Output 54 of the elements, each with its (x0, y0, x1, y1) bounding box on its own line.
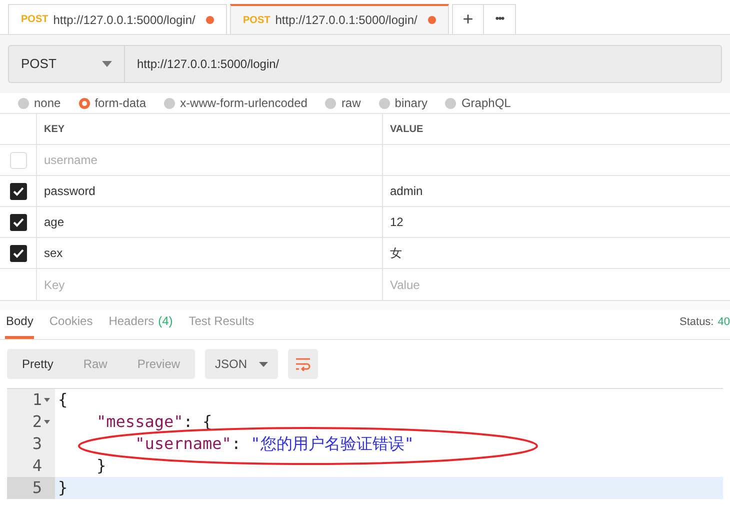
method-label: POST (21, 13, 48, 27)
line-number: 3 (32, 433, 42, 455)
value-cell-text: admin (390, 183, 423, 200)
wrap-lines-button[interactable] (288, 349, 318, 379)
request-tab[interactable]: POST http://127.0.0.1:5000/login/ (8, 4, 227, 34)
url-field[interactable]: http://127.0.0.1:5000/login/ (125, 45, 722, 83)
value-cell-text: 12 (390, 214, 404, 231)
key-cell: username (37, 145, 383, 175)
tab-url: http://127.0.0.1:5000/login/ (53, 12, 196, 28)
column-header: VALUE (389, 122, 424, 136)
caret-icon (259, 362, 268, 366)
key-input[interactable]: Key (37, 269, 383, 300)
body-type-radio[interactable]: none (18, 94, 61, 112)
checkbox[interactable] (10, 214, 26, 230)
checkmark-icon (12, 186, 24, 196)
code-line: { (57, 389, 68, 411)
fold-caret-icon[interactable] (44, 420, 50, 424)
checkmark-icon (12, 248, 24, 258)
line-number: 4 (32, 455, 42, 477)
code-line: } (57, 477, 68, 499)
code-line: "username": "您的用户名验证错误" (134, 433, 414, 455)
tab-url: http://127.0.0.1:5000/login/ (275, 12, 418, 29)
method-dropdown[interactable]: POST (8, 45, 125, 83)
body-type-radio[interactable]: binary (378, 94, 428, 112)
body-type-radio[interactable]: x-www-form-urlencoded (164, 94, 308, 112)
body-type-radio[interactable]: raw (325, 94, 361, 112)
caret-icon (102, 61, 112, 67)
value-input[interactable]: Value (383, 269, 730, 300)
status-value: 40 (718, 314, 730, 330)
body-type-radio[interactable]: form-data (78, 94, 146, 112)
code-line: "message": { (96, 411, 212, 433)
key-cell: sex (37, 238, 383, 268)
request-tab[interactable]: POST http://127.0.0.1:5000/login/ (230, 4, 449, 34)
response-tab[interactable]: Body (5, 312, 34, 339)
format-dropdown[interactable]: JSON (205, 349, 278, 379)
checkbox[interactable] (10, 182, 26, 200)
fold-caret-icon[interactable] (44, 398, 50, 402)
checkbox[interactable] (10, 152, 26, 168)
view-mode-tab[interactable]: Pretty (7, 349, 68, 379)
line-number: 1 (32, 389, 42, 411)
status-label: Status: (680, 314, 714, 330)
wrap-icon (295, 357, 312, 371)
key-cell: password (37, 176, 383, 206)
value-cell-text: 女 (390, 245, 402, 262)
more-button[interactable]: ••• (484, 5, 515, 34)
checkmark-icon (12, 218, 24, 226)
method-label: POST (243, 14, 270, 28)
column-header: KEY (37, 114, 383, 144)
checkbox[interactable] (10, 244, 26, 262)
code-line: } (96, 455, 106, 477)
line-number: 2 (32, 411, 42, 433)
key-cell: age (37, 207, 383, 237)
line-number: 5 (32, 477, 42, 499)
body-type-radio[interactable]: GraphQL (445, 94, 511, 112)
